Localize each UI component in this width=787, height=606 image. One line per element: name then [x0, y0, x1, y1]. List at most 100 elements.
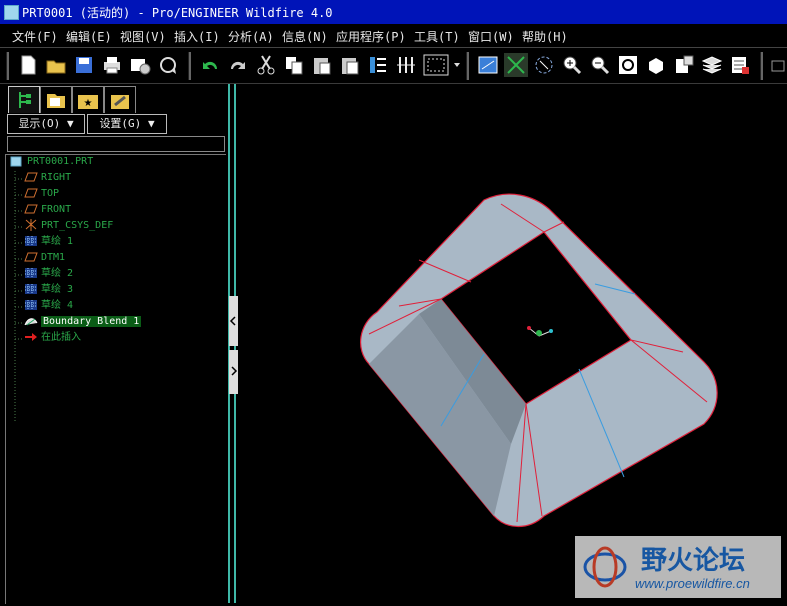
- tab-model-tree[interactable]: [8, 86, 40, 113]
- zoom-in-icon[interactable]: [560, 53, 584, 77]
- datum-plane-icon: [24, 204, 38, 214]
- saved-views-icon[interactable]: [672, 53, 696, 77]
- favorites-icon: ★: [78, 95, 98, 109]
- tree-item-label: RIGHT: [41, 172, 72, 183]
- tab-connections[interactable]: [104, 86, 136, 113]
- insert-here-arrow-icon: [25, 333, 37, 341]
- tree-item-label: 草绘 3: [41, 284, 74, 295]
- sketch-icon: [25, 300, 37, 310]
- tree-item-label: DTM1: [41, 252, 66, 263]
- open-folder-icon[interactable]: [44, 53, 68, 77]
- svg-text:★: ★: [84, 98, 93, 109]
- menu-file[interactable]: 文件(F): [12, 28, 58, 45]
- menu-tools[interactable]: 工具(T): [414, 28, 460, 45]
- tree-item-right[interactable]: RIGHT: [24, 170, 71, 186]
- print-icon[interactable]: [100, 53, 124, 77]
- copy-icon[interactable]: [282, 53, 306, 77]
- tree-item-label: 草绘 4: [41, 300, 74, 311]
- selection-box-icon[interactable]: [422, 53, 450, 77]
- tree-item-front[interactable]: FRONT: [24, 202, 71, 218]
- chevron-down-icon[interactable]: [452, 53, 462, 77]
- undo-icon[interactable]: [198, 53, 222, 77]
- tree-item-sketch-2[interactable]: 草绘 2: [24, 266, 73, 282]
- forum-url: www.proewildfire.cn: [635, 576, 750, 591]
- orient-icon[interactable]: [532, 53, 556, 77]
- tree-item-csys[interactable]: PRT_CSYS_DEF: [24, 218, 113, 234]
- refit-icon[interactable]: [616, 53, 640, 77]
- toolbar-separator: [466, 52, 469, 80]
- tree-item-insert-here[interactable]: 在此插入: [24, 330, 81, 346]
- toolbar-separator: [6, 52, 9, 80]
- menu-analysis[interactable]: 分析(A): [228, 28, 274, 45]
- part-icon: [10, 156, 22, 167]
- graphics-viewport[interactable]: 野火论坛 www.proewildfire.cn: [239, 84, 787, 603]
- new-file-icon[interactable]: [16, 53, 40, 77]
- menu-applications[interactable]: 应用程序(P): [336, 28, 406, 45]
- tree-item-top[interactable]: TOP: [24, 186, 59, 202]
- chevron-down-icon: ▼: [66, 117, 74, 130]
- tree-item-label: PRT_CSYS_DEF: [41, 220, 114, 231]
- paste-special-icon[interactable]: [338, 53, 362, 77]
- spin-center-icon[interactable]: [504, 53, 528, 77]
- datum-plane-icon: [24, 188, 38, 198]
- boundary-blend-icon: [24, 318, 38, 326]
- tree-item-label: 草绘 2: [41, 268, 74, 279]
- toolbar: [0, 48, 787, 84]
- send-mail-icon[interactable]: [128, 53, 152, 77]
- tab-favorites[interactable]: ★: [72, 86, 104, 113]
- menu-info[interactable]: 信息(N): [282, 28, 328, 45]
- repaint-icon[interactable]: [476, 53, 500, 77]
- cut-icon[interactable]: [254, 53, 278, 77]
- menu-help[interactable]: 帮助(H): [522, 28, 568, 45]
- settings-dropdown[interactable]: 设置(G) ▼: [87, 114, 167, 134]
- tree-item-boundary-blend[interactable]: Boundary Blend 1: [24, 314, 142, 330]
- menu-view[interactable]: 视图(V): [120, 28, 166, 45]
- toolbar-separator: [188, 52, 191, 80]
- window-title: PRT0001 (活动的) - Pro/ENGINEER Wildfire 4.…: [22, 6, 333, 20]
- paste-icon[interactable]: [310, 53, 334, 77]
- tree-item-label: Boundary Blend 1: [41, 316, 142, 327]
- toolbar-separator: [760, 52, 763, 80]
- collapse-left-icon[interactable]: [229, 316, 238, 326]
- panel-divider[interactable]: [228, 84, 239, 603]
- forum-title: 野火论坛: [641, 546, 746, 576]
- model-tree-panel: ★ 显示(O) ▼ 设置(G) ▼ PRT0001.PRT RIGHT TOP …: [0, 84, 228, 604]
- tab-folder-browser[interactable]: [40, 86, 72, 113]
- tree-item-label: PRT0001.PRT: [27, 156, 94, 167]
- redo-icon[interactable]: [226, 53, 250, 77]
- tree-item-part[interactable]: PRT0001.PRT: [10, 154, 93, 170]
- view-manager-icon[interactable]: [728, 53, 752, 77]
- tree-item-label: 在此插入: [41, 332, 81, 343]
- save-icon[interactable]: [72, 53, 96, 77]
- tree-item-dtm1[interactable]: DTM1: [24, 250, 65, 266]
- menu-edit[interactable]: 编辑(E): [66, 28, 112, 45]
- feature-list-icon[interactable]: [394, 53, 418, 77]
- tree-filter-input[interactable]: [7, 136, 225, 152]
- sketch-icon: [25, 268, 37, 278]
- layers-icon[interactable]: [700, 53, 724, 77]
- model-tree-icon: [19, 92, 31, 108]
- datum-plane-icon: [24, 252, 38, 262]
- tree-item-sketch-4[interactable]: 草绘 4: [24, 298, 73, 314]
- regenerate-icon[interactable]: [156, 53, 180, 77]
- tree-item-sketch-3[interactable]: 草绘 3: [24, 282, 73, 298]
- datum-plane-icon[interactable]: [768, 53, 787, 77]
- tree-item-label: 草绘 1: [41, 236, 74, 247]
- relation-icon[interactable]: [366, 53, 390, 77]
- tree-item-label: TOP: [41, 188, 60, 199]
- menu-insert[interactable]: 插入(I): [174, 28, 220, 45]
- sketch-icon: [25, 284, 37, 294]
- folder-browser-icon: [47, 94, 65, 108]
- chevron-down-icon: ▼: [147, 117, 155, 130]
- datum-plane-icon: [24, 172, 38, 182]
- expand-right-icon[interactable]: [229, 366, 238, 376]
- zoom-out-icon[interactable]: [588, 53, 612, 77]
- forum-logo-icon: [583, 546, 627, 588]
- menu-window[interactable]: 窗口(W): [468, 28, 514, 45]
- show-dropdown[interactable]: 显示(O) ▼: [7, 114, 85, 134]
- model-tree: PRT0001.PRT RIGHT TOP FRONT PRT_CSYS_DEF…: [5, 154, 226, 604]
- coordinate-system-icon: [25, 219, 37, 231]
- app-icon: [4, 5, 19, 20]
- tree-item-sketch-1[interactable]: 草绘 1: [24, 234, 73, 250]
- reorient-icon[interactable]: [644, 53, 668, 77]
